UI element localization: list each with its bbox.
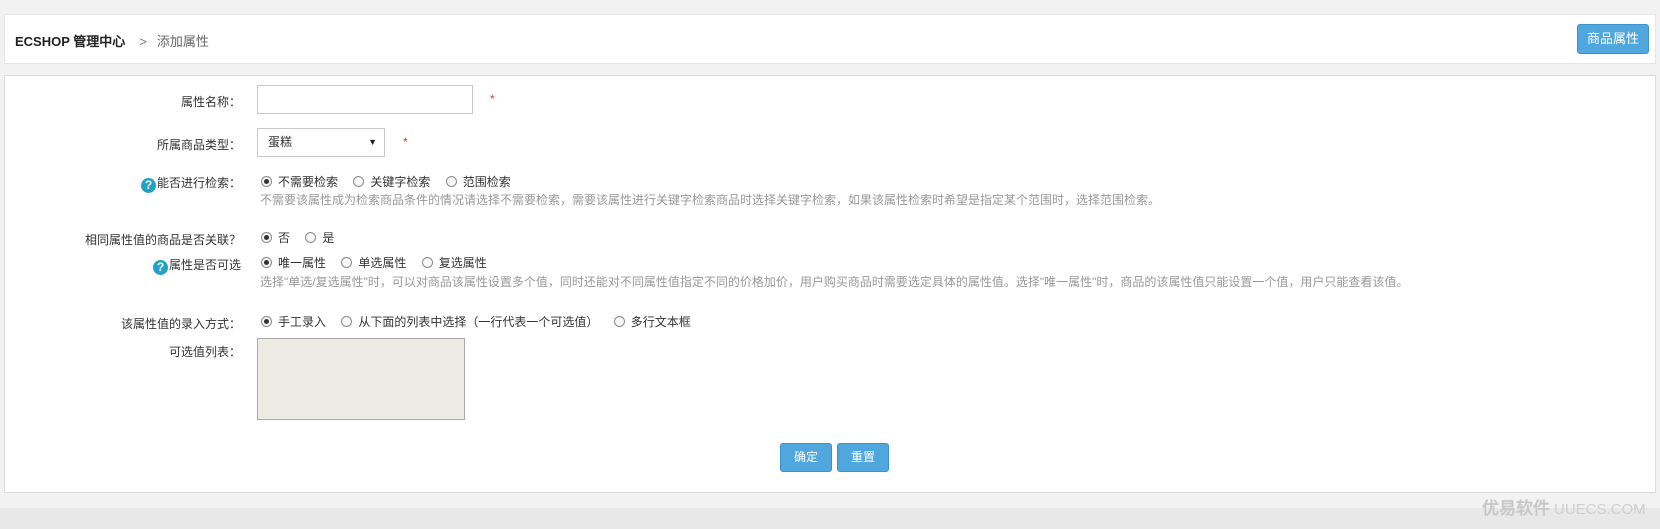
top-strip: [0, 0, 1660, 14]
input-type-radios: 手工录入 从下面的列表中选择（一行代表一个可选值） 多行文本框: [261, 313, 703, 330]
breadcrumb-current: 添加属性: [156, 34, 209, 49]
radio-checked-icon: [261, 316, 272, 327]
reset-button[interactable]: 重置: [837, 443, 889, 472]
radio-unchecked-icon: [353, 176, 365, 187]
goods-type-value: 蛋糕: [268, 135, 293, 149]
attr-name-label: 属性名称：: [180, 95, 241, 109]
help-icon[interactable]: ?: [152, 260, 168, 275]
watermark: 优易软件 UUECS.COM: [1482, 499, 1646, 518]
radio-checked-icon: [261, 232, 272, 243]
attr-type-label: 属性是否可选: [168, 258, 241, 272]
input-type-label: 该属性值的录入方式：: [120, 317, 241, 331]
attr-name-required: *: [490, 92, 495, 106]
index-type-radios: 不需要检索 关键字检索 范围检索: [261, 173, 523, 190]
index-type-hint: 不需要该属性成为检索商品条件的情况请选择不需要检索，需要该属性进行关键字检索商品…: [260, 193, 1161, 207]
radio-unchecked-icon: [341, 316, 353, 327]
breadcrumb-home[interactable]: ECSHOP 管理中心: [15, 34, 125, 49]
index-type-row: ? 能否进行检索： 不需要检索 关键字检索 范围检索 不需要该属性成为检索商品条件…: [5, 171, 1655, 211]
index-type-label-wrap: ? 能否进行检索：: [5, 174, 241, 193]
goods-type-select[interactable]: 蛋糕 ▼: [257, 128, 385, 157]
input-type-row: 该属性值的录入方式： 手工录入 从下面的列表中选择（一行代表一个可选值） 多行文…: [5, 313, 1655, 331]
goods-type-label: 所属商品类型：: [156, 138, 241, 152]
input-type-option-manual[interactable]: 手工录入: [261, 313, 326, 330]
values-textarea[interactable]: [257, 338, 465, 420]
goods-type-row: 所属商品类型： 蛋糕 ▼ *: [5, 128, 1655, 158]
submit-button[interactable]: 确定: [780, 443, 832, 472]
attr-type-row: ? 属性是否可选 唯一属性 单选属性 复选属性 选择"单选/复选属性"时，可以对商…: [5, 253, 1655, 293]
goods-attr-button[interactable]: 商品属性: [1576, 24, 1649, 54]
index-type-option-none[interactable]: 不需要检索: [261, 173, 338, 190]
breadcrumb: ECSHOP 管理中心 > 添加属性: [15, 31, 209, 50]
dropdown-arrow-icon: ▼: [368, 137, 377, 147]
breadcrumb-separator: >: [139, 34, 147, 49]
is-linked-option-yes[interactable]: 是: [305, 229, 334, 246]
index-type-option-range[interactable]: 范围检索: [445, 173, 511, 190]
values-row: 可选值列表：: [5, 338, 1655, 424]
index-type-option-keyword[interactable]: 关键字检索: [353, 173, 430, 190]
input-type-option-list[interactable]: 从下面的列表中选择（一行代表一个可选值）: [341, 313, 598, 330]
radio-unchecked-icon: [305, 232, 317, 243]
footer: [0, 508, 1660, 529]
is-linked-row: 相同属性值的商品是否关联？ 否 是: [5, 229, 1655, 247]
is-linked-label: 相同属性值的商品是否关联？: [84, 233, 241, 247]
attr-type-option-multi[interactable]: 复选属性: [421, 254, 487, 271]
attr-name-input[interactable]: [257, 85, 473, 114]
radio-checked-icon: [261, 176, 272, 187]
radio-unchecked-icon: [445, 176, 457, 187]
attr-name-row: 属性名称： *: [5, 85, 1655, 115]
attr-type-label-wrap: ? 属性是否可选: [5, 256, 241, 275]
attr-type-option-single[interactable]: 单选属性: [341, 254, 406, 271]
help-icon[interactable]: ?: [140, 178, 156, 193]
attr-type-hint: 选择"单选/复选属性"时，可以对商品该属性设置多个值，同时还能对不同属性值指定不…: [260, 275, 1409, 289]
radio-unchecked-icon: [341, 257, 353, 268]
radio-unchecked-icon: [421, 257, 433, 268]
form-panel: 属性名称： * 所属商品类型： 蛋糕 ▼ * ? 能否进行检索： 不需要检索 关键…: [4, 75, 1656, 493]
page-header: ECSHOP 管理中心 > 添加属性 商品属性: [4, 14, 1656, 64]
radio-checked-icon: [261, 257, 272, 268]
goods-type-required: *: [403, 135, 408, 149]
is-linked-radios: 否 是: [261, 229, 346, 246]
values-label: 可选值列表：: [168, 345, 241, 359]
attr-type-option-unique[interactable]: 唯一属性: [261, 254, 326, 271]
is-linked-option-no[interactable]: 否: [261, 229, 290, 246]
index-type-label: 能否进行检索：: [156, 176, 241, 190]
attr-type-radios: 唯一属性 单选属性 复选属性: [261, 254, 499, 271]
radio-unchecked-icon: [613, 316, 625, 327]
input-type-option-textarea[interactable]: 多行文本框: [613, 313, 691, 330]
